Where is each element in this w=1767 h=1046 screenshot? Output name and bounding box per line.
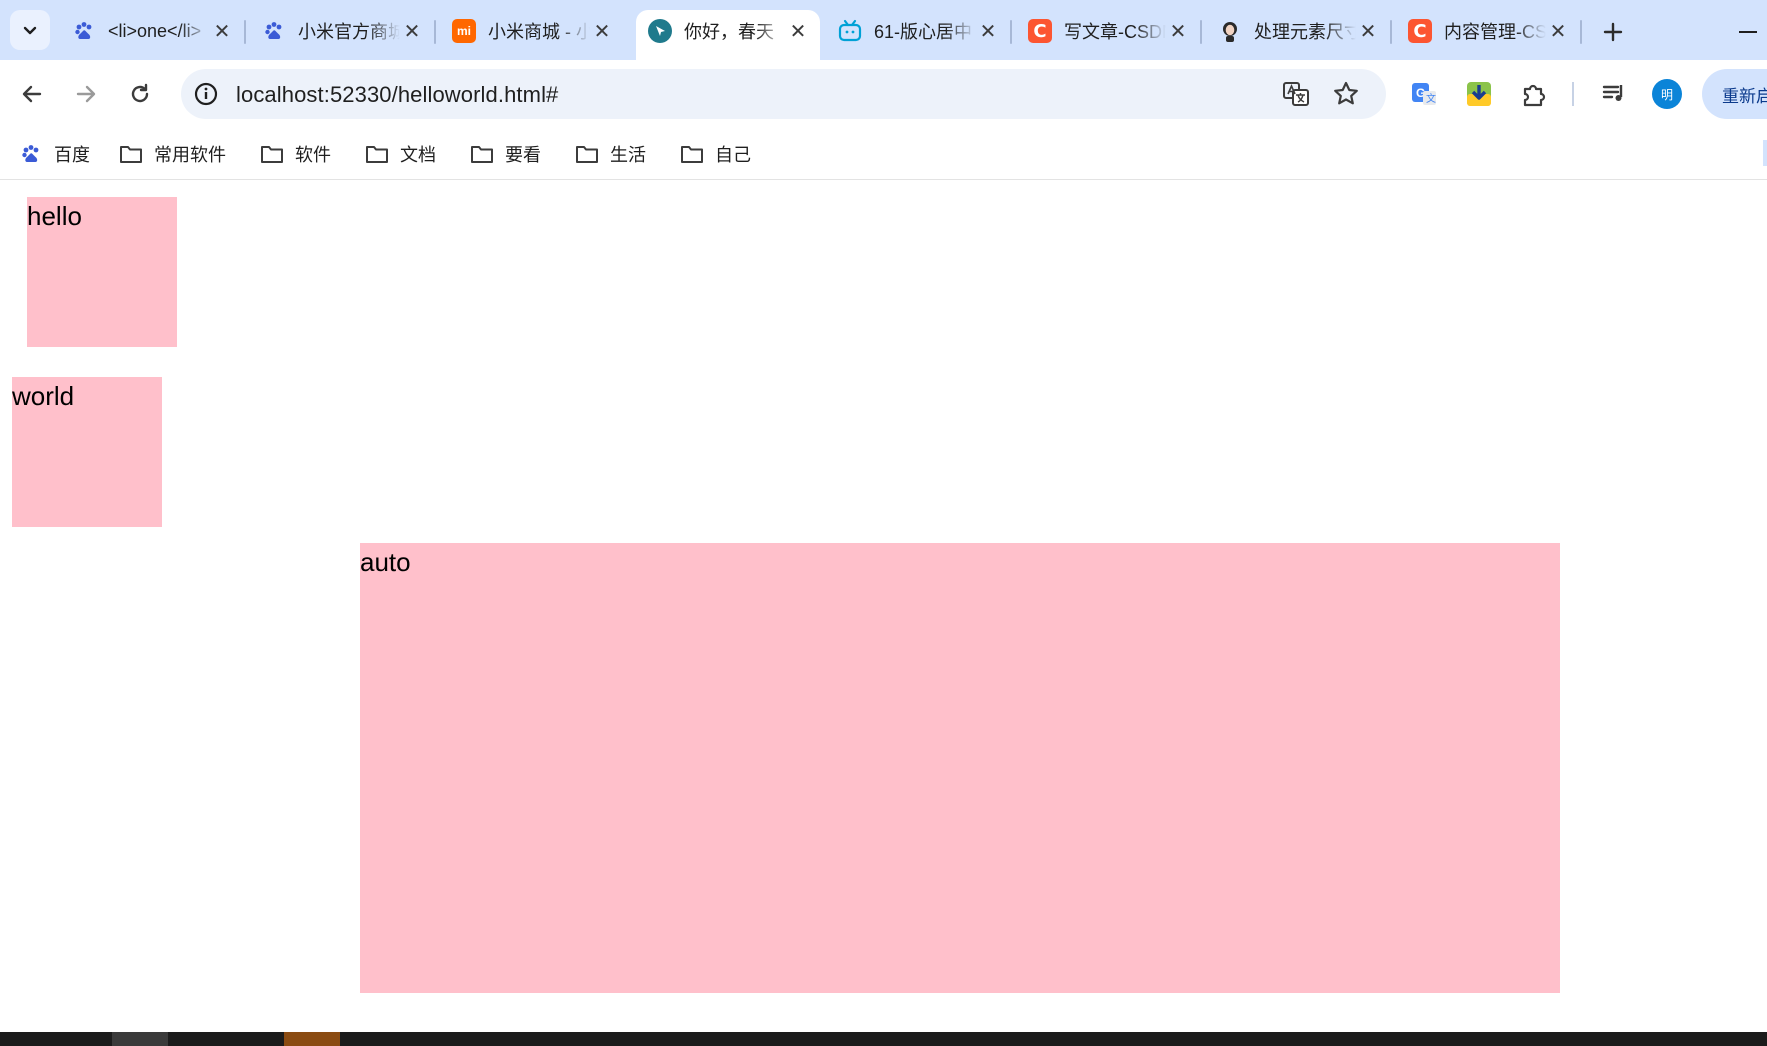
tab-title: 写文章-CSDN (1064, 22, 1166, 42)
browser-window: <li>one</li> ✕ 小米官方商城 ✕ mi 小米商城 - 小米 ✕ 你… (0, 0, 1767, 1046)
tab-2[interactable]: mi 小米商城 - 小米 ✕ (440, 10, 624, 60)
bookmark-label: 自己 (715, 145, 751, 165)
taskbar-app-item[interactable] (284, 1032, 340, 1046)
tab-5[interactable]: C 写文章-CSDN ✕ (1016, 10, 1202, 60)
back-button[interactable] (12, 74, 52, 114)
taskbar-app-item[interactable] (112, 1032, 168, 1046)
media-controls-icon[interactable] (1597, 77, 1631, 111)
mi-logo-icon: mi (452, 19, 476, 43)
profile-avatar[interactable]: 明 (1652, 79, 1682, 109)
bookmarks-overflow-edge (1763, 140, 1767, 166)
bookmark-folder-software[interactable]: 软件 (259, 138, 331, 170)
bilibili-tv-icon (838, 19, 862, 43)
bookmark-folder-life[interactable]: 生活 (574, 138, 646, 170)
tab-separator (244, 20, 246, 44)
tab-4[interactable]: 61-版心居中 ✕ (826, 10, 1012, 60)
folder-icon (364, 141, 390, 167)
bookmark-label: 要看 (505, 145, 541, 165)
reload-button[interactable] (120, 74, 160, 114)
tab-7[interactable]: C 内容管理-CSDN ✕ (1396, 10, 1582, 60)
minimize-icon (1739, 31, 1757, 33)
hello-box: hello (27, 197, 177, 347)
tab-search-button[interactable] (10, 10, 50, 50)
tab-title: 你好，春天 (684, 22, 774, 42)
translate-icon[interactable] (1281, 79, 1311, 109)
close-icon[interactable]: ✕ (590, 19, 614, 43)
toolbar-divider (1572, 82, 1574, 106)
chevron-down-icon (23, 26, 37, 35)
bookmark-folder-to-watch[interactable]: 要看 (469, 138, 541, 170)
tab-separator (1390, 20, 1392, 44)
tab-title: 61-版心居中 (874, 22, 973, 42)
tab-title: 小米官方商城 (298, 22, 400, 42)
auto-box: auto (360, 543, 1560, 993)
arrow-left-icon (22, 85, 42, 103)
tab-0[interactable]: <li>one</li> ✕ (60, 10, 246, 60)
bookmark-label: 生活 (610, 145, 646, 165)
avatar-face-icon (1218, 19, 1242, 43)
tab-title: 内容管理-CSDN (1444, 22, 1546, 42)
tab-separator (434, 20, 436, 44)
tab-title: 处理元素尺寸 (1254, 22, 1356, 42)
plus-icon (1603, 22, 1623, 42)
url-text[interactable]: localhost:52330/helloworld.html# (236, 82, 558, 108)
tab-separator (1580, 20, 1582, 44)
baidu-paw-icon (262, 19, 286, 43)
bookmark-label: 百度 (54, 145, 90, 165)
csdn-c-icon: C (1408, 19, 1432, 43)
close-icon[interactable]: ✕ (786, 19, 810, 43)
svg-text:文: 文 (1426, 92, 1436, 105)
reload-icon (131, 83, 149, 103)
download-extension-icon[interactable] (1462, 77, 1496, 111)
folder-icon (118, 141, 144, 167)
folder-icon (259, 141, 285, 167)
tab-6[interactable]: 处理元素尺寸 ✕ (1206, 10, 1392, 60)
folder-icon (469, 141, 495, 167)
world-box: world (12, 377, 162, 527)
csdn-c-icon: C (1028, 19, 1052, 43)
baidu-paw-icon (18, 141, 44, 167)
page-viewport: hello world auto (0, 181, 1767, 1032)
tab-1[interactable]: 小米官方商城 ✕ (250, 10, 436, 60)
tab-title: 小米商城 - 小米 (488, 22, 590, 42)
folder-icon (679, 141, 705, 167)
address-bar[interactable]: localhost:52330/helloworld.html# (181, 69, 1386, 119)
bookmark-baidu[interactable]: 百度 (18, 138, 90, 170)
baidu-paw-icon (72, 19, 96, 43)
forward-button[interactable] (66, 74, 106, 114)
tab-strip: <li>one</li> ✕ 小米官方商城 ✕ mi 小米商城 - 小米 ✕ 你… (0, 0, 1767, 60)
minimize-window-button[interactable] (1730, 14, 1766, 50)
close-icon[interactable]: ✕ (1166, 19, 1190, 43)
site-info-icon[interactable] (193, 81, 219, 107)
bookmark-star-icon[interactable] (1331, 79, 1361, 109)
close-icon[interactable]: ✕ (1356, 19, 1380, 43)
google-translate-extension-icon[interactable]: G文 (1407, 77, 1441, 111)
close-icon[interactable]: ✕ (976, 19, 1000, 43)
relaunch-button[interactable]: 重新启动 (1702, 69, 1767, 119)
os-taskbar (0, 1032, 1767, 1046)
tab-separator (1200, 20, 1202, 44)
close-icon[interactable]: ✕ (210, 19, 234, 43)
bookmark-folder-docs[interactable]: 文档 (364, 138, 436, 170)
browser-toolbar: localhost:52330/helloworld.html# G文 明 重新… (0, 60, 1767, 128)
tab-3-active[interactable]: 你好，春天 ✕ (636, 10, 820, 60)
bookmarks-bar: 百度 常用软件 软件 文档 要看 生活 自己 (0, 128, 1767, 180)
cursor-logo-icon (648, 19, 672, 43)
tab-title: <li>one</li> (108, 20, 202, 41)
bookmark-folder-common-software[interactable]: 常用软件 (118, 138, 226, 170)
arrow-right-icon (76, 85, 96, 103)
tab-separator (1010, 20, 1012, 44)
extensions-puzzle-icon[interactable] (1517, 77, 1551, 111)
new-tab-button[interactable] (1595, 14, 1631, 50)
close-icon[interactable]: ✕ (1546, 19, 1570, 43)
close-icon[interactable]: ✕ (400, 19, 424, 43)
bookmark-label: 文档 (400, 145, 436, 165)
folder-icon (574, 141, 600, 167)
bookmark-folder-self[interactable]: 自己 (679, 138, 751, 170)
bookmark-label: 软件 (295, 145, 331, 165)
bookmark-label: 常用软件 (154, 145, 226, 165)
